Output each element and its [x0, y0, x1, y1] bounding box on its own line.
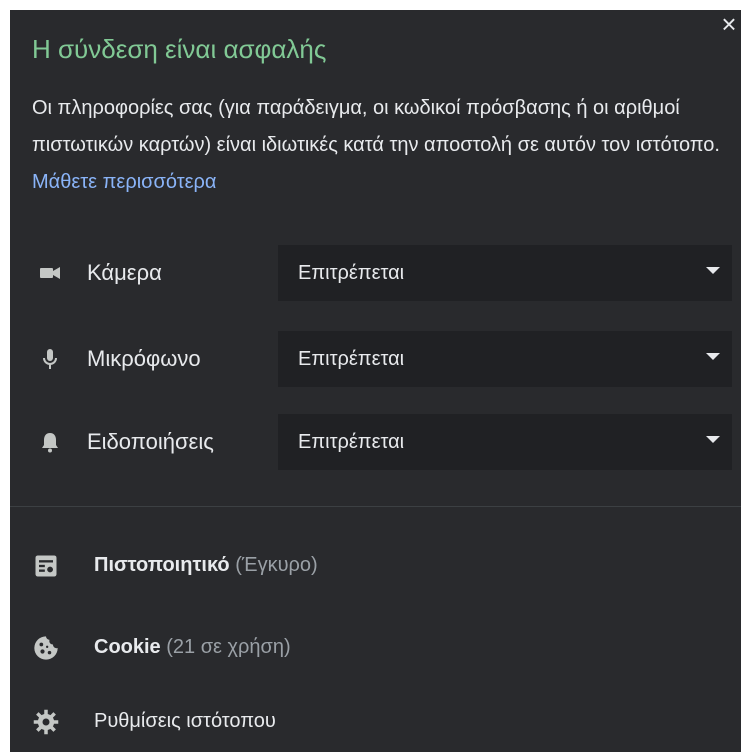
certificate-link[interactable]: Πιστοποιητικό (Έγκυρο)	[94, 554, 318, 577]
gear-icon	[33, 709, 59, 735]
camera-permission-select[interactable]: Επιτρέπεται	[278, 245, 732, 301]
cookie-icon	[34, 636, 58, 660]
connection-secure-title: Η σύνδεση είναι ασφαλής	[32, 34, 327, 64]
site-info-popup: × Η σύνδεση είναι ασφαλής Οι πληροφορίες…	[10, 10, 741, 752]
close-icon[interactable]: ×	[717, 11, 741, 37]
certificate-label: Πιστοποιητικό	[94, 554, 230, 576]
chevron-down-icon	[706, 436, 720, 443]
certificate-row[interactable]: Πιστοποιητικό (Έγκυρο)	[10, 540, 741, 592]
learn-more-link[interactable]: Μάθετε περισσότερα	[32, 171, 216, 193]
permission-row-microphone: Μικρόφωνο Επιτρέπεται	[10, 331, 741, 387]
cookies-row[interactable]: Cookie (21 σε χρήση)	[10, 622, 741, 674]
permission-label-notifications: Ειδοποιήσεις	[87, 429, 214, 454]
connection-description: Οι πληροφορίες σας (για παράδειγμα, οι κ…	[32, 90, 732, 201]
cookies-label: Cookie	[94, 636, 161, 658]
chevron-down-icon	[706, 267, 720, 274]
description-text: Οι πληροφορίες σας (για παράδειγμα, οι κ…	[32, 97, 720, 156]
permission-row-camera: Κάμερα Επιτρέπεται	[10, 245, 741, 301]
cookies-link[interactable]: Cookie (21 σε χρήση)	[94, 636, 291, 659]
camera-icon	[40, 267, 60, 279]
permission-label-microphone: Μικρόφωνο	[87, 346, 201, 371]
microphone-icon	[43, 349, 57, 369]
permission-row-notifications: Ειδοποιήσεις Επιτρέπεται	[10, 414, 741, 470]
chevron-down-icon	[706, 353, 720, 360]
microphone-permission-select[interactable]: Επιτρέπεται	[278, 331, 732, 387]
notifications-permission-value: Επιτρέπεται	[298, 431, 405, 453]
section-divider	[10, 506, 741, 507]
notifications-permission-select[interactable]: Επιτρέπεται	[278, 414, 732, 470]
microphone-permission-value: Επιτρέπεται	[298, 348, 405, 370]
site-settings-link[interactable]: Ρυθμίσεις ιστότοπου	[94, 710, 276, 733]
bell-icon	[42, 433, 58, 453]
certificate-icon	[35, 555, 57, 577]
certificate-status: (Έγκυρο)	[235, 554, 318, 576]
site-settings-row[interactable]: Ρυθμίσεις ιστότοπου	[10, 696, 741, 748]
cookies-count: (21 σε χρήση)	[166, 636, 291, 658]
camera-permission-value: Επιτρέπεται	[298, 262, 405, 284]
permission-label-camera: Κάμερα	[87, 260, 162, 285]
